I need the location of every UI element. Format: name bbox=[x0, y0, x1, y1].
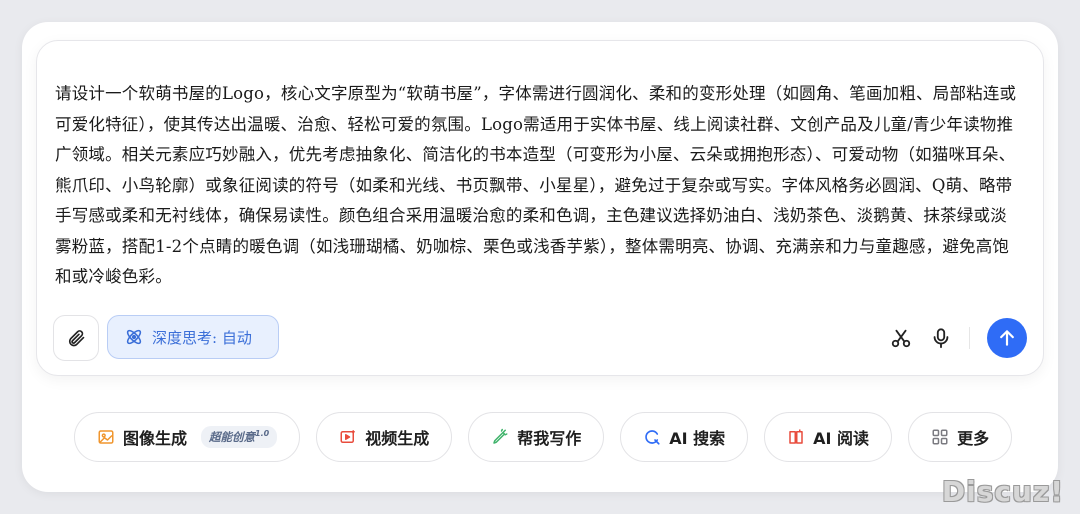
voice-input-button[interactable] bbox=[927, 324, 955, 352]
send-button[interactable] bbox=[987, 318, 1027, 358]
deep-think-toggle[interactable]: 深度思考: 自动 bbox=[107, 315, 279, 359]
chip-label: AI 阅读 bbox=[813, 429, 870, 448]
prompt-text[interactable]: 请设计一个软萌书屋的Logo，核心文字原型为“软萌书屋”，字体需进行圆润化、柔和… bbox=[55, 79, 1023, 293]
chip-ai-search[interactable]: AI 搜索 bbox=[620, 412, 749, 462]
chip-label: AI 搜索 bbox=[669, 429, 726, 448]
chip-badge: 超能创意1.0 bbox=[201, 426, 278, 448]
attach-button[interactable] bbox=[53, 315, 99, 361]
chip-more[interactable]: 更多 bbox=[908, 412, 1013, 462]
chip-label: 图像生成 bbox=[123, 429, 188, 448]
grid-icon bbox=[931, 428, 949, 446]
scissors-button[interactable] bbox=[887, 324, 915, 352]
quick-action-chips: 图像生成 超能创意1.0 视频生成 帮我写作 AI 搜索 AI 阅读 更多 bbox=[74, 412, 1013, 464]
chip-help-me-write[interactable]: 帮我写作 bbox=[468, 412, 605, 462]
toolbar-divider bbox=[969, 327, 970, 349]
atom-icon bbox=[124, 327, 144, 347]
paperclip-icon bbox=[66, 328, 86, 348]
video-icon bbox=[339, 428, 357, 446]
search-icon bbox=[643, 428, 661, 446]
microphone-icon bbox=[930, 327, 952, 349]
deep-think-label: 深度思考: 自动 bbox=[152, 328, 252, 347]
chip-label: 视频生成 bbox=[365, 429, 430, 448]
scissors-icon bbox=[890, 327, 912, 349]
chip-image-generation[interactable]: 图像生成 超能创意1.0 bbox=[74, 412, 301, 462]
pen-icon bbox=[491, 428, 509, 446]
watermark: Discuz! bbox=[941, 475, 1064, 508]
image-icon bbox=[97, 428, 115, 446]
arrow-up-icon bbox=[997, 328, 1017, 348]
chip-label: 更多 bbox=[957, 429, 990, 448]
prompt-composer[interactable]: 请设计一个软萌书屋的Logo，核心文字原型为“软萌书屋”，字体需进行圆润化、柔和… bbox=[36, 40, 1044, 376]
chip-ai-reading[interactable]: AI 阅读 bbox=[764, 412, 893, 462]
book-icon bbox=[787, 428, 805, 446]
chip-video-generation[interactable]: 视频生成 bbox=[316, 412, 453, 462]
main-card: 请设计一个软萌书屋的Logo，核心文字原型为“软萌书屋”，字体需进行圆润化、柔和… bbox=[22, 22, 1058, 492]
chip-label: 帮我写作 bbox=[517, 429, 582, 448]
